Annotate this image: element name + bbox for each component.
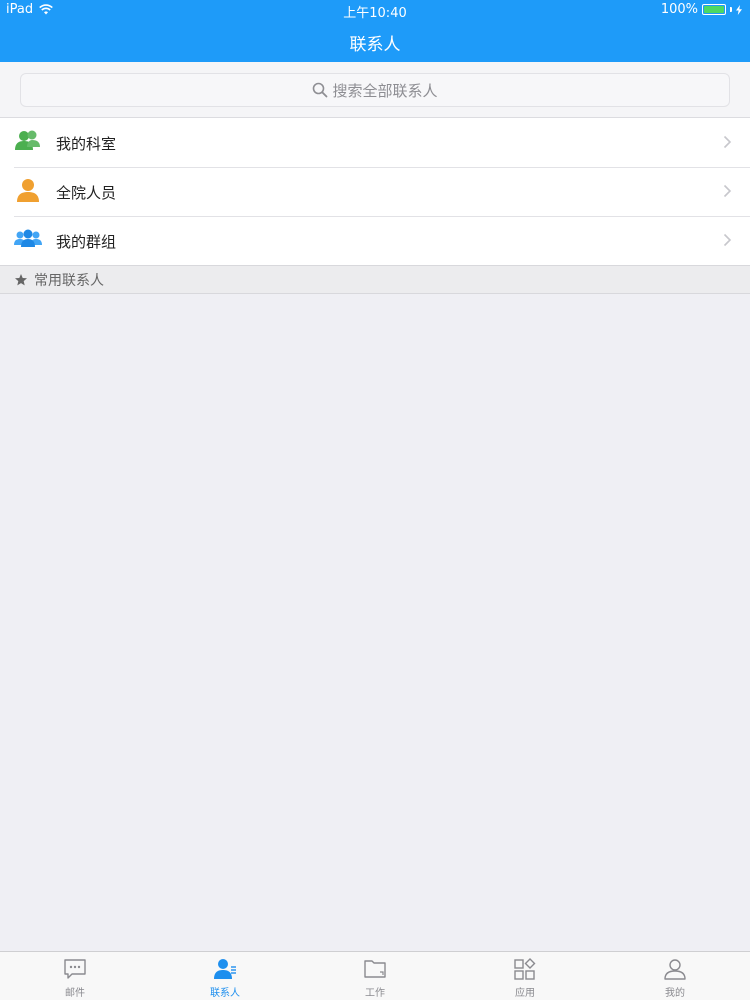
menu-item-label: 全院人员 <box>56 184 117 202</box>
menu-item-label: 我的群组 <box>56 233 117 251</box>
chevron-right-icon <box>723 184 732 198</box>
apps-icon <box>514 958 536 980</box>
tab-contacts[interactable]: 联系人 <box>150 952 300 1000</box>
battery-icon <box>702 4 726 15</box>
tab-work[interactable]: 工作 <box>300 952 450 1000</box>
chevron-right-icon <box>723 233 732 247</box>
group-icon <box>14 229 42 247</box>
contacts-menu: 我的科室 全院人员 我的群组 <box>0 118 750 265</box>
search-icon <box>313 82 328 98</box>
folder-icon <box>364 960 386 978</box>
page-title: 联系人 <box>349 35 401 55</box>
search-area: 搜索全部联系人 <box>0 62 750 118</box>
menu-item-my-department[interactable]: 我的科室 <box>0 118 750 167</box>
frequent-contacts-header: 常用联系人 <box>0 265 750 294</box>
tab-profile[interactable]: 我的 <box>600 952 750 1000</box>
tab-label: 应用 <box>515 988 535 999</box>
star-icon <box>15 273 27 285</box>
contacts-icon <box>214 959 236 979</box>
tab-apps[interactable]: 应用 <box>450 952 600 1000</box>
battery-percent: 100% <box>660 2 698 17</box>
menu-item-my-groups[interactable]: 我的群组 <box>0 216 750 265</box>
header: iPad 上午10:40 100% 联系人 <box>0 0 750 62</box>
section-label: 常用联系人 <box>34 272 104 289</box>
search-input[interactable]: 搜索全部联系人 <box>20 73 730 107</box>
mail-icon <box>64 959 86 979</box>
menu-item-all-staff[interactable]: 全院人员 <box>0 167 750 216</box>
search-placeholder: 搜索全部联系人 <box>332 81 438 100</box>
status-right: 100% <box>661 2 742 17</box>
charging-icon <box>736 4 742 15</box>
tab-mail[interactable]: 邮件 <box>0 952 150 1000</box>
status-time: 上午10:40 <box>343 6 407 21</box>
menu-item-label: 我的科室 <box>56 135 117 153</box>
tab-bar: 邮件 联系人 工作 应用 我的 <box>0 951 750 1000</box>
tab-label: 工作 <box>365 988 385 999</box>
status-bar: iPad 上午10:40 100% <box>0 0 750 21</box>
person-icon <box>17 179 39 202</box>
profile-icon <box>664 959 686 980</box>
tab-label: 邮件 <box>65 988 85 999</box>
tab-label: 联系人 <box>210 988 240 999</box>
chevron-right-icon <box>723 135 732 149</box>
battery-tip <box>730 7 732 12</box>
tab-label: 我的 <box>665 988 685 999</box>
department-icon <box>15 130 40 150</box>
